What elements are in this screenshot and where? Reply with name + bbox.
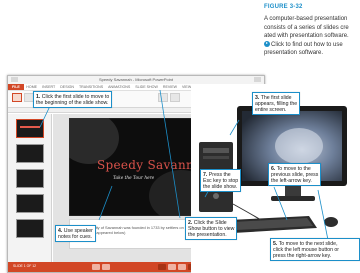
callout-text: the beginning of the slide show.: [36, 99, 109, 106]
callout-text: Show button to view: [188, 225, 235, 232]
callout-number: 1.: [36, 93, 41, 100]
callout-text: Esc key to stop: [203, 177, 239, 184]
callout-text: To move to the: [276, 165, 311, 172]
callout-leader-lines: [39, 89, 329, 241]
callout-3: 3. The first slide appears, filling the …: [252, 92, 301, 116]
callout-text: notes for cues.: [58, 233, 93, 240]
callout-number: 3.: [255, 94, 260, 101]
callout-text: previous slide, press: [271, 171, 319, 178]
callout-number: 4.: [58, 227, 63, 234]
callout-text: The first slide: [260, 94, 292, 101]
callout-text: appears, filling the: [255, 100, 298, 107]
callout-text: press the right-arrow key.: [273, 252, 332, 259]
callout-text: entire screen.: [255, 106, 287, 113]
callout-6: 6. To move to the previous slide, press …: [268, 163, 322, 187]
callout-number: 2.: [188, 219, 193, 226]
callout-5: 5. To move to the next slide, click the …: [270, 238, 360, 262]
callout-7: 7. Press the Esc key to stop the slide s…: [200, 169, 242, 193]
callout-text: Click the Slide: [193, 219, 227, 226]
callout-text: Press the: [208, 171, 231, 178]
callout-number: 6.: [271, 165, 276, 172]
callout-text: the presentation.: [188, 231, 227, 238]
callout-number: 5.: [273, 240, 278, 247]
callout-number: 7.: [203, 171, 208, 178]
callout-text: the slide show.: [203, 183, 238, 190]
callout-1: 1. Click the first slide to move to the …: [33, 91, 113, 109]
callout-text: Use speaker: [63, 227, 93, 234]
callout-text: the left-arrow key.: [271, 177, 312, 184]
callout-text: Click the first slide to move to: [41, 93, 110, 100]
callout-2: 2. Click the Slide Show button to view t…: [185, 217, 238, 241]
callout-text: To move to the next slide,: [278, 240, 338, 247]
callout-4: 4. Use speaker notes for cues.: [55, 225, 96, 243]
